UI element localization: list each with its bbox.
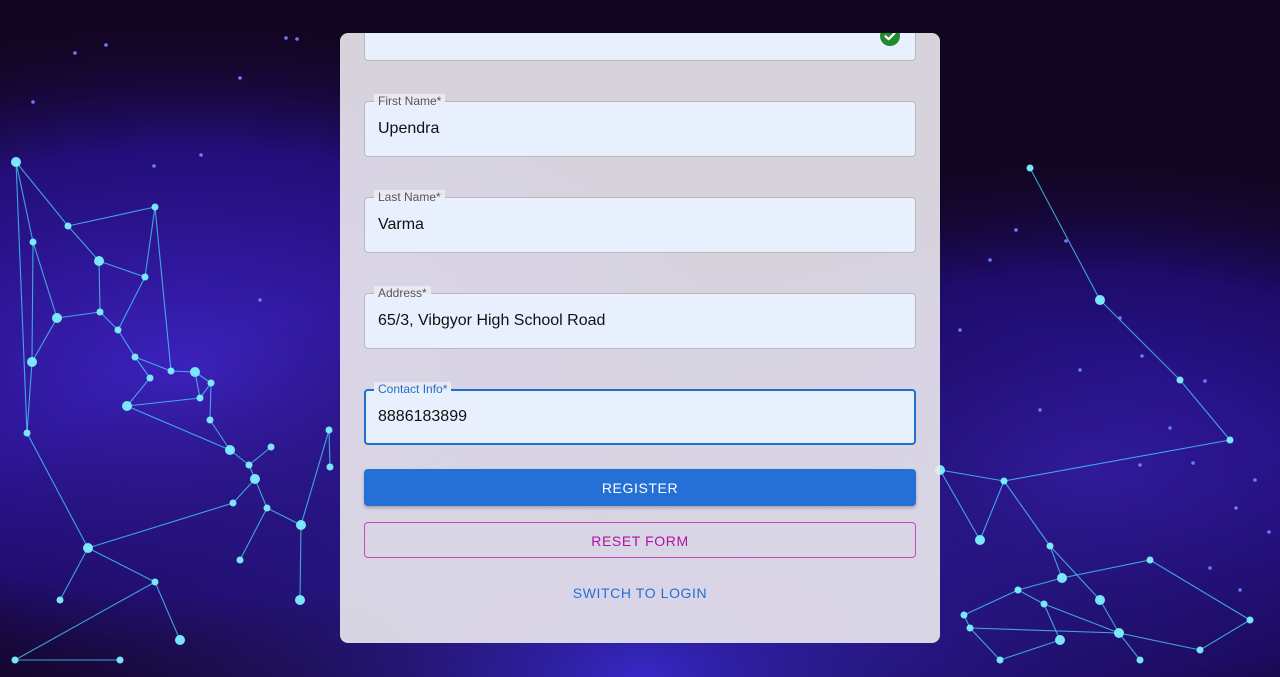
first-name-field[interactable]: First Name*	[364, 94, 916, 157]
last-name-field[interactable]: Last Name*	[364, 190, 916, 253]
password-field[interactable]: ••••••••	[364, 33, 916, 61]
address-input[interactable]	[378, 294, 898, 348]
first-name-input[interactable]	[378, 102, 898, 156]
contact-info-field[interactable]: Contact Info*	[364, 382, 916, 445]
reset-form-button[interactable]: RESET FORM	[364, 522, 916, 558]
switch-to-login-button[interactable]: SWITCH TO LOGIN	[364, 575, 916, 609]
check-circle-icon	[880, 33, 900, 46]
register-button[interactable]: REGISTER	[364, 469, 916, 506]
register-card: •••••••• First Name* Last Name* Address*…	[340, 33, 940, 643]
address-field[interactable]: Address*	[364, 286, 916, 349]
last-name-input[interactable]	[378, 198, 898, 252]
contact-info-input[interactable]	[378, 391, 898, 443]
password-masked-value: ••••••••	[378, 33, 436, 38]
